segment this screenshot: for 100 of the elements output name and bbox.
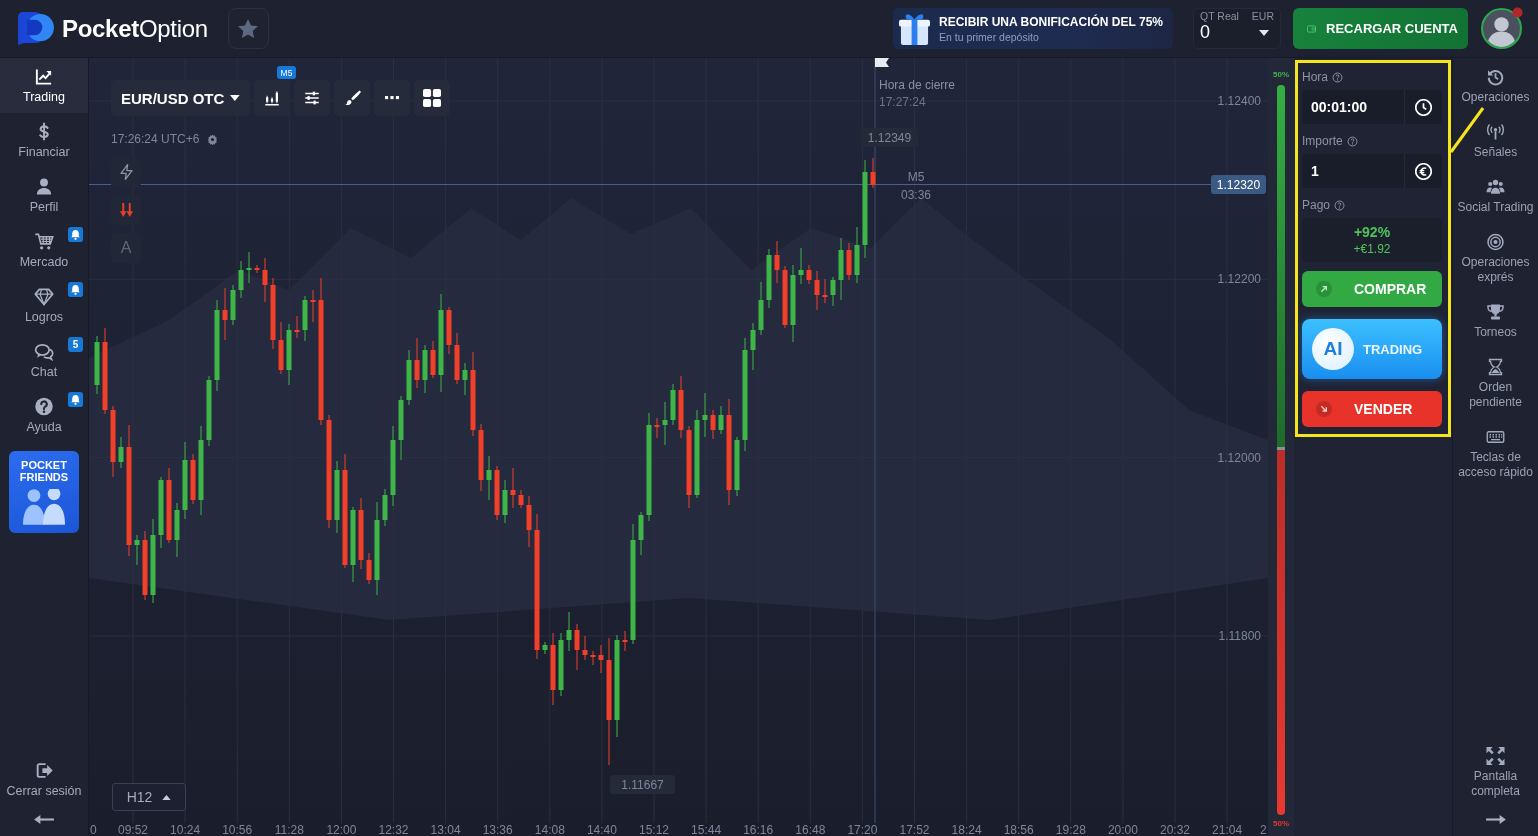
caret-icon: [1259, 29, 1269, 36]
time-label: Hora: [1302, 70, 1328, 84]
rising-candle: [750, 322, 756, 371]
favorites-button[interactable]: [227, 8, 269, 49]
time-axis-label: 0: [90, 823, 97, 836]
ai-trading-button[interactable]: AI TRADING: [1302, 319, 1442, 379]
time-axis-label: 18:56: [1003, 823, 1034, 836]
promo-card[interactable]: POCKET FRIENDS: [9, 451, 79, 533]
amount-field[interactable]: 1: [1302, 154, 1442, 188]
logout-icon: [34, 761, 54, 780]
rising-candle: [566, 611, 572, 652]
timeframe-badge[interactable]: M5: [277, 66, 296, 79]
sidebar-item[interactable]: Torneos: [1453, 293, 1538, 348]
sidebar-item[interactable]: Trading: [0, 58, 88, 113]
target-icon: [1486, 233, 1505, 251]
payout-amount: +€1.92: [1353, 242, 1391, 256]
chart-type-button[interactable]: [254, 80, 290, 116]
sell-button[interactable]: VENDER: [1302, 391, 1442, 427]
layout-button[interactable]: [414, 80, 450, 116]
account-selector[interactable]: QT Real EUR 0: [1193, 8, 1281, 49]
fullscreen-button[interactable]: Pantalla completa: [1453, 737, 1538, 807]
asset-selector[interactable]: EUR/USD OTC: [111, 80, 250, 116]
time-axis-label: 2: [1260, 823, 1267, 836]
sidebar-item[interactable]: Señales: [1453, 113, 1538, 168]
falling-candle: [310, 289, 316, 323]
amount-label: Importe: [1302, 134, 1343, 148]
falling-candle: [782, 265, 788, 329]
candle-countdown: 03:36: [901, 187, 932, 204]
indicators-button[interactable]: [294, 80, 330, 116]
count-badge: 5: [68, 337, 83, 352]
time-axis-label: 19:28: [1055, 823, 1086, 836]
falling-candle: [598, 644, 604, 674]
help-icon[interactable]: [1334, 199, 1346, 211]
candlestick-icon: [263, 89, 281, 107]
falling-candle: [446, 306, 452, 355]
falling-candle: [574, 623, 580, 671]
sidebar-item[interactable]: Perfil: [0, 168, 88, 223]
buyers-percent: 50%: [1273, 70, 1289, 80]
rising-candle: [406, 349, 412, 406]
falling-candle: [846, 242, 852, 281]
euro-icon[interactable]: [1415, 162, 1432, 180]
rising-candle: [230, 284, 236, 326]
time-axis-label: 15:12: [639, 823, 669, 836]
current-price-tag: 1.12320: [1211, 175, 1266, 194]
avatar-icon[interactable]: [1481, 8, 1522, 49]
falling-candle: [622, 630, 628, 652]
interval-selector[interactable]: H12: [112, 783, 186, 811]
sidebar-item[interactable]: Financiar: [0, 113, 88, 168]
expand-icon: [1486, 747, 1505, 765]
rising-candle: [118, 436, 124, 469]
rising-candle: [702, 392, 708, 438]
sidebar-item[interactable]: Ayuda: [0, 388, 88, 443]
deposit-button[interactable]: RECARGAR CUENTA: [1293, 8, 1468, 49]
help-icon: [34, 397, 54, 416]
logo-icon[interactable]: [18, 12, 55, 45]
diamond-icon: [34, 287, 54, 306]
sidebar-item[interactable]: Mercado: [0, 223, 88, 278]
sidebar-item[interactable]: Logros: [0, 278, 88, 333]
payout-label: Pago: [1302, 198, 1331, 212]
help-icon[interactable]: [1332, 71, 1343, 83]
logo-text[interactable]: PocketOption: [62, 14, 208, 43]
ai-badge: AI: [1312, 328, 1354, 370]
rising-candle: [798, 247, 804, 285]
sidebar-item[interactable]: Orden pendiente: [1453, 348, 1538, 418]
price-axis-label: 1.12000: [1217, 450, 1261, 465]
falling-candle: [710, 409, 716, 440]
settings-icon[interactable]: [207, 133, 219, 145]
logout-button[interactable]: Cerrar sesión: [0, 752, 88, 807]
help-icon[interactable]: [1346, 135, 1358, 147]
drawing-button[interactable]: [334, 80, 370, 116]
sidebar-item[interactable]: Teclas de acceso rápido: [1453, 418, 1538, 488]
rising-candle: [854, 226, 860, 284]
chart-line-icon: [34, 67, 54, 86]
caret-icon: [230, 95, 240, 101]
grid-icon: [423, 89, 441, 107]
collapse-arrow-icon[interactable]: [34, 815, 54, 824]
rising-candle: [558, 632, 564, 697]
sidebar-item[interactable]: Chat 5: [0, 333, 88, 388]
sidebar-item[interactable]: Operaciones exprés: [1453, 223, 1538, 293]
bonus-title: RECIBIR UNA BONIFICACIÓN DEL 75%: [938, 14, 1163, 29]
falling-candle: [222, 287, 228, 341]
more-button[interactable]: [374, 80, 410, 116]
falling-candle: [294, 315, 300, 339]
rising-candle: [486, 455, 492, 501]
chart-clock: 17:26:24 UTC+6: [111, 132, 200, 146]
bonus-banner[interactable]: RECIBIR UNA BONIFICACIÓN DEL 75% En tu primer depósito: [892, 8, 1173, 49]
clock-icon[interactable]: [1415, 98, 1432, 116]
chat-bubbles-icon: [34, 342, 54, 361]
close-time-label: Hora de cierre: [879, 78, 956, 92]
rising-candle: [206, 375, 212, 447]
sort-button[interactable]: [111, 195, 141, 225]
time-axis-label: 20:00: [1107, 823, 1138, 836]
expand-arrow-icon[interactable]: [1485, 815, 1506, 824]
low-price-tag: 1.11667: [610, 775, 675, 794]
sidebar-item[interactable]: Social Trading: [1453, 168, 1538, 223]
rising-candle: [94, 335, 100, 395]
time-field[interactable]: 00:01:00: [1302, 90, 1442, 124]
time-axis-label: 16:16: [743, 823, 774, 836]
keyboard-icon: [1486, 428, 1505, 446]
sidebar-item[interactable]: Operaciones: [1453, 58, 1538, 113]
